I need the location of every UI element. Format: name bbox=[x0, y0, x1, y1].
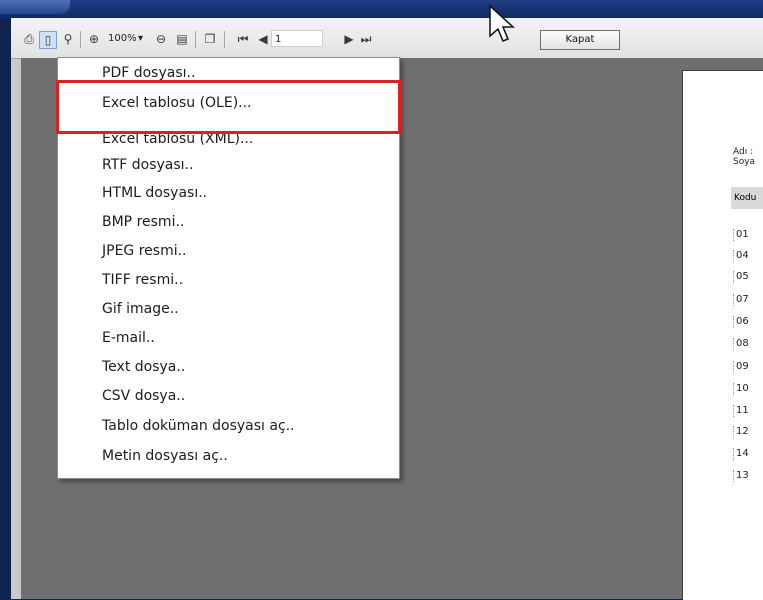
report-code: 06 bbox=[733, 316, 749, 328]
first-page-icon[interactable]: ⏮ bbox=[235, 31, 251, 47]
menu-item-text[interactable]: Text dosya.. bbox=[102, 356, 392, 378]
report-page: Adı : Soya Kodu 01 04 05 07 06 08 09 10 … bbox=[682, 70, 763, 600]
report-code: 10 bbox=[733, 383, 749, 395]
menu-item-textfile-open[interactable]: Metin dosyası aç.. bbox=[102, 445, 392, 467]
toolbar: ⎙ ▯ ⚲ ⊕ 100% ▾ ⊖ ▤ ❐ ⏮ ◀ 1 ▶ ⏭ Kapat bbox=[11, 18, 763, 59]
report-code: 01 bbox=[733, 229, 749, 241]
report-code: 13 bbox=[733, 470, 749, 482]
report-column-header: Kodu bbox=[731, 187, 763, 209]
report-code: 08 bbox=[733, 338, 749, 350]
report-label-surname: Soya bbox=[733, 157, 756, 167]
menu-item-tiff[interactable]: TIFF resmi.. bbox=[102, 269, 392, 291]
window-titlebar bbox=[0, 0, 763, 18]
mouse-cursor-icon bbox=[489, 4, 515, 42]
window-title bbox=[80, 0, 280, 10]
export-icon[interactable]: ▯ bbox=[39, 31, 57, 49]
next-page-icon[interactable]: ▶ bbox=[341, 31, 357, 47]
app-logo bbox=[0, 0, 70, 14]
menu-item-email[interactable]: E-mail.. bbox=[102, 327, 392, 349]
report-code: 04 bbox=[733, 250, 749, 262]
menu-item-bmp[interactable]: BMP resmi.. bbox=[102, 211, 392, 233]
menu-item-gif[interactable]: Gif image.. bbox=[102, 298, 392, 320]
report-code: 11 bbox=[733, 405, 749, 417]
report-code: 12 bbox=[733, 426, 749, 438]
zoom-level[interactable]: 100% bbox=[108, 32, 137, 46]
report-code: 07 bbox=[733, 294, 749, 306]
menu-item-jpeg[interactable]: JPEG resmi.. bbox=[102, 240, 392, 262]
page-number-input[interactable]: 1 bbox=[271, 30, 323, 47]
page-layout-icon[interactable]: ▤ bbox=[174, 31, 190, 47]
report-code: 09 bbox=[733, 361, 749, 373]
menu-item-table-open[interactable]: Tablo doküman dosyası aç.. bbox=[102, 415, 392, 437]
highlight-annotation bbox=[56, 80, 401, 134]
menu-item-csv[interactable]: CSV dosya.. bbox=[102, 385, 392, 407]
menu-item-html[interactable]: HTML dosyası.. bbox=[102, 182, 392, 204]
zoom-out-icon[interactable]: ⊖ bbox=[153, 31, 169, 47]
report-code: 14 bbox=[733, 448, 749, 460]
printer-icon[interactable]: ⎙ bbox=[21, 31, 37, 47]
report-label-name: Adı : bbox=[733, 147, 754, 157]
prev-page-icon[interactable]: ◀ bbox=[255, 31, 271, 47]
report-code: 05 bbox=[733, 271, 749, 283]
menu-item-rtf[interactable]: RTF dosyası.. bbox=[102, 154, 392, 176]
last-page-icon[interactable]: ⏭ bbox=[358, 31, 374, 47]
zoom-in-icon[interactable]: ⊕ bbox=[86, 31, 102, 47]
find-icon[interactable]: ⚲ bbox=[60, 31, 76, 47]
zoom-dropdown-arrow[interactable]: ▾ bbox=[138, 32, 143, 46]
close-button[interactable]: Kapat bbox=[540, 30, 620, 50]
multi-page-icon[interactable]: ❐ bbox=[202, 31, 218, 47]
